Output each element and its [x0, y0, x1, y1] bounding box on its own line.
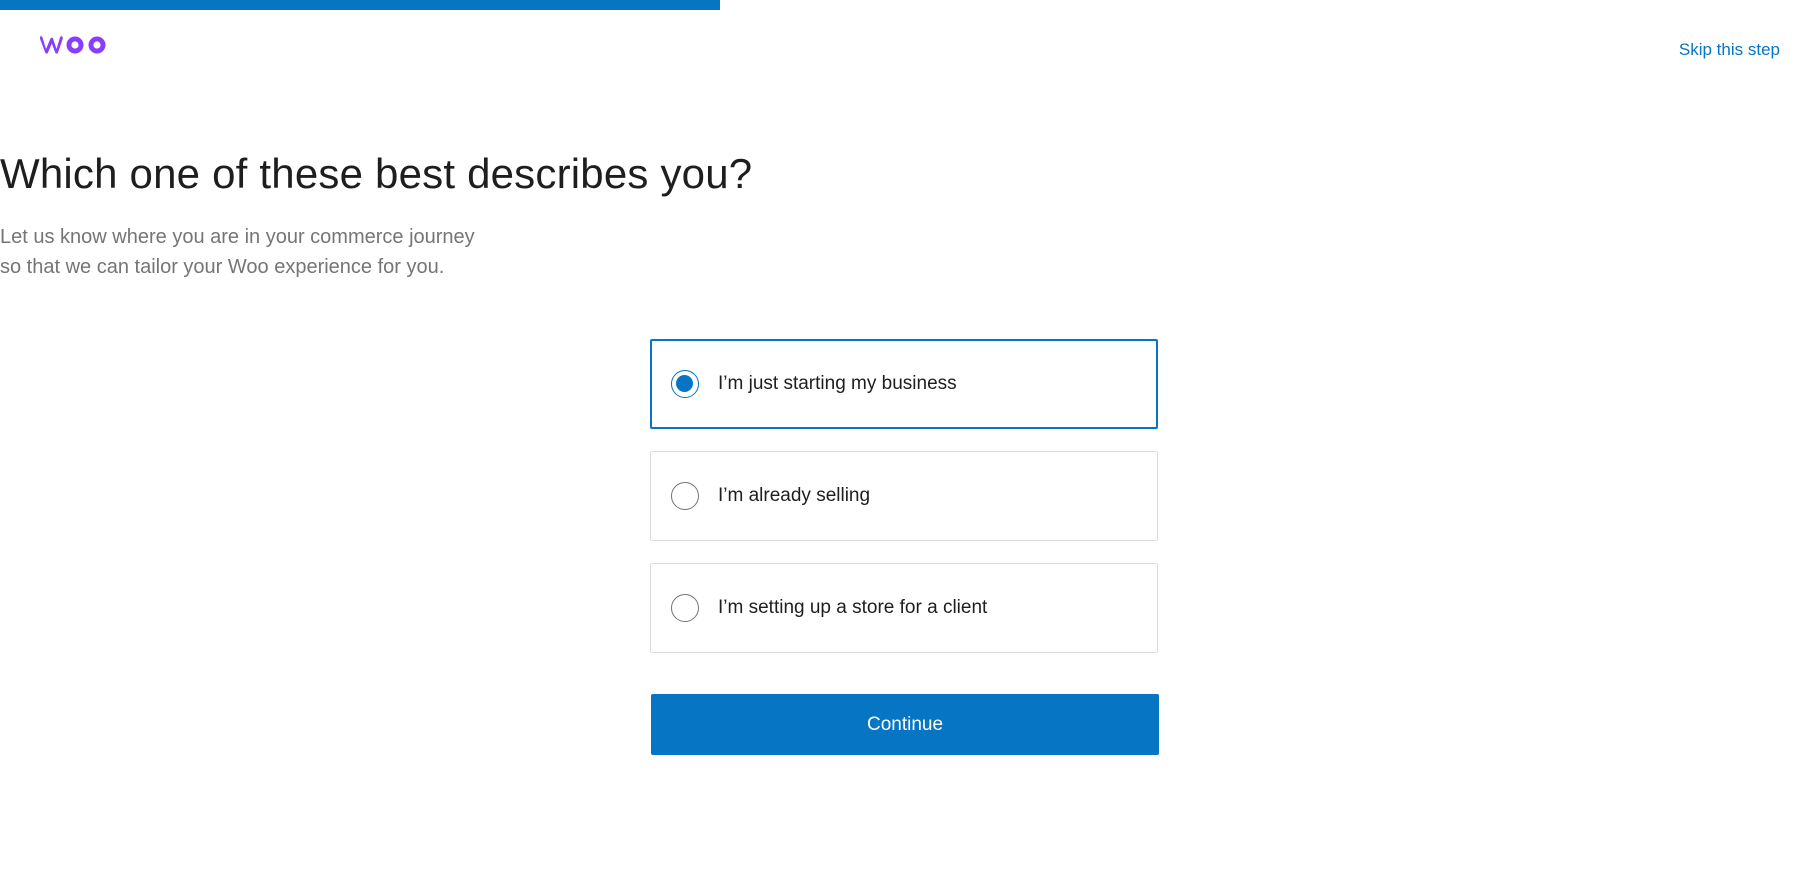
radio-selected-icon[interactable]	[671, 370, 699, 398]
option-just-starting[interactable]: I’m just starting my business	[650, 339, 1158, 429]
woo-logo: woo	[39, 36, 106, 54]
option-store-for-client[interactable]: I’m setting up a store for a client	[650, 563, 1158, 653]
option-label: I’m just starting my business	[718, 373, 957, 394]
option-already-selling[interactable]: I’m already selling	[650, 451, 1158, 541]
option-label: I’m already selling	[718, 485, 871, 506]
page-title: Which one of these best describes you?	[0, 150, 753, 197]
progress-bar	[0, 0, 1800, 10]
skip-step-link[interactable]: Skip this step	[1679, 40, 1780, 60]
business-stage-options: I’m just starting my business I’m alread…	[650, 339, 1158, 675]
progress-bar-fill	[0, 0, 720, 10]
page-subtitle: Let us know where you are in your commer…	[0, 222, 1800, 282]
radio-unselected-icon[interactable]	[671, 482, 699, 510]
radio-unselected-icon[interactable]	[671, 594, 699, 622]
subtitle-line-1: Let us know where you are in your commer…	[0, 226, 475, 248]
subtitle-line-2: so that we can tailor your Woo experienc…	[0, 256, 445, 278]
option-label: I’m setting up a store for a client	[718, 597, 988, 618]
continue-button[interactable]: Continue	[651, 694, 1159, 755]
